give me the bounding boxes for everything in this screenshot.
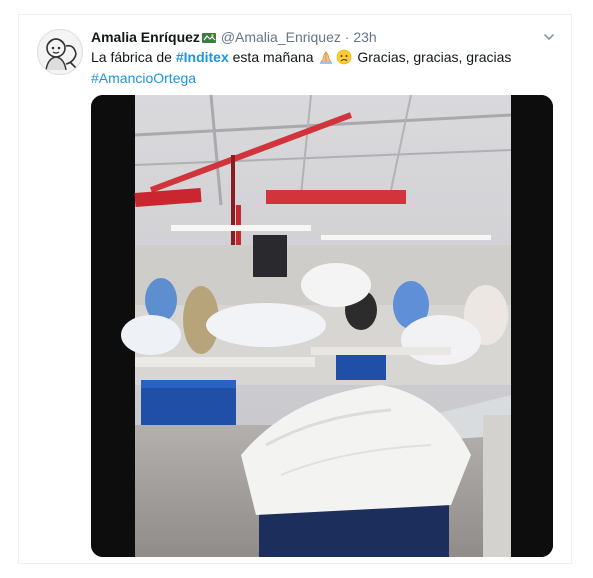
avatar[interactable]	[37, 29, 83, 75]
emoji-icon	[201, 30, 217, 48]
tweet-card[interactable]: Amalia Enríquez @Amalia_Enriquez · 23h L…	[18, 14, 572, 564]
chevron-down-icon[interactable]	[541, 29, 557, 45]
avatar-illustration-icon	[38, 30, 82, 74]
tweet-header: Amalia Enríquez @Amalia_Enriquez · 23h	[91, 28, 377, 48]
user-handle[interactable]: @Amalia_Enriquez	[221, 29, 341, 45]
tweet-text: La fábrica de #Inditex esta mañana Graci…	[91, 48, 546, 87]
sad-face-emoji-icon	[336, 49, 352, 69]
hashtag-inditex[interactable]: #Inditex	[176, 49, 229, 65]
tweet-text-prefix: La fábrica de	[91, 49, 176, 65]
separator-dot: ·	[344, 29, 350, 45]
folded-hands-emoji-icon	[318, 49, 334, 69]
video-media[interactable]	[91, 95, 553, 557]
tweet-text-suffix: Gracias, gracias, gracias	[353, 49, 512, 65]
tweet-timestamp[interactable]: 23h	[353, 29, 376, 45]
display-name[interactable]: Amalia Enríquez	[91, 29, 200, 45]
tweet-text-middle: esta mañana	[228, 49, 318, 65]
factory-video-frame	[91, 95, 553, 557]
hashtag-amancioortega[interactable]: #AmancioOrtega	[91, 70, 196, 86]
